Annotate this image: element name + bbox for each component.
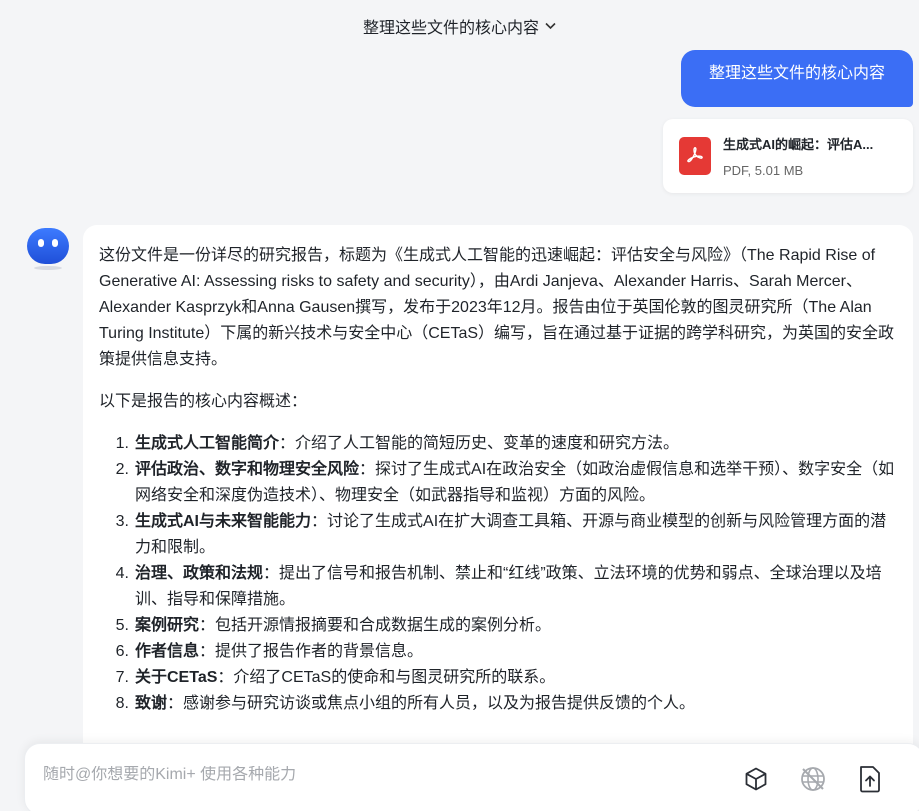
conversation-title-dropdown[interactable]: 整理这些文件的核心内容	[0, 14, 919, 38]
assistant-response: 这份文件是一份详尽的研究报告，标题为《生成式人工智能的迅速崛起：评估安全与风险》…	[83, 225, 913, 811]
item-text: ：介绍了CETaS的使命和与图灵研究所的联系。	[217, 669, 556, 686]
item-text: ：提供了报告作者的背景信息。	[199, 643, 424, 660]
user-message-text: 整理这些文件的核心内容	[708, 65, 885, 82]
item-title: 评估政治、数字和物理安全风险	[135, 461, 360, 478]
list-item: 1. 生成式人工智能简介：介绍了人工智能的简短历史、变革的速度和研究方法。	[115, 435, 680, 452]
chevron-down-icon	[545, 21, 556, 33]
list-item: 4. 治理、政策和法规：提出了信号和报告机制、禁止和“红线”政策、立法环境的优势和…	[115, 565, 882, 608]
upload-file-icon[interactable]	[855, 764, 885, 794]
core-content-list: 1. 生成式人工智能简介：介绍了人工智能的简短历史、变革的速度和研究方法。 2. 评…	[99, 431, 897, 717]
item-title: 生成式人工智能简介	[135, 435, 280, 452]
item-title: 作者信息	[135, 643, 200, 660]
pdf-icon	[679, 137, 711, 175]
list-item: 6. 作者信息：提供了报告作者的背景信息。	[115, 643, 424, 660]
item-text: ：介绍了人工智能的简短历史、变革的速度和研究方法。	[279, 435, 680, 452]
item-title: 生成式AI与未来智能能力	[135, 513, 312, 530]
attachment-card[interactable]: 生成式AI的崛起：评估A... PDF, 5.01 MB	[663, 119, 913, 193]
attachment-meta: PDF, 5.01 MB	[723, 163, 804, 178]
item-title: 案例研究	[135, 617, 200, 634]
list-item: 7. 关于CETaS：介绍了CETaS的使命和与图灵研究所的联系。	[115, 669, 556, 686]
list-item: 2. 评估政治、数字和物理安全风险：探讨了生成式AI在政治安全（如政治虚假信息和选…	[115, 461, 895, 504]
user-message-bubble: 整理这些文件的核心内容	[681, 50, 913, 107]
web-search-off-icon[interactable]	[798, 764, 828, 794]
item-title: 关于CETaS	[135, 669, 218, 686]
item-text: ：包括开源情报摘要和合成数据生成的案例分析。	[199, 617, 552, 634]
item-title: 治理、政策和法规	[135, 565, 264, 582]
chat-page: 整理这些文件的核心内容 整理这些文件的核心内容 生成式AI的崛起：评估A... …	[0, 0, 919, 811]
cube-icon[interactable]	[741, 764, 771, 794]
conversation-title: 整理这些文件的核心内容	[362, 20, 539, 37]
attachment-name: 生成式AI的崛起：评估A...	[723, 137, 874, 152]
response-intro: 这份文件是一份详尽的研究报告，标题为《生成式人工智能的迅速崛起：评估安全与风险》…	[99, 247, 895, 368]
message-input[interactable]	[43, 766, 643, 784]
list-item: 3. 生成式AI与未来智能能力：讨论了生成式AI在扩大调查工具箱、开源与商业模型的…	[115, 513, 887, 556]
list-item: 5. 案例研究：包括开源情报摘要和合成数据生成的案例分析。	[115, 617, 552, 634]
response-summary-heading: 以下是报告的核心内容概述：	[99, 393, 308, 410]
kimi-avatar-icon	[26, 226, 70, 270]
item-text: ：感谢参与研究访谈或焦点小组的所有人员，以及为报告提供反馈的个人。	[167, 695, 696, 712]
message-composer	[24, 743, 919, 811]
item-title: 致谢	[135, 695, 168, 712]
list-item: 8. 致谢：感谢参与研究访谈或焦点小组的所有人员，以及为报告提供反馈的个人。	[115, 695, 696, 712]
